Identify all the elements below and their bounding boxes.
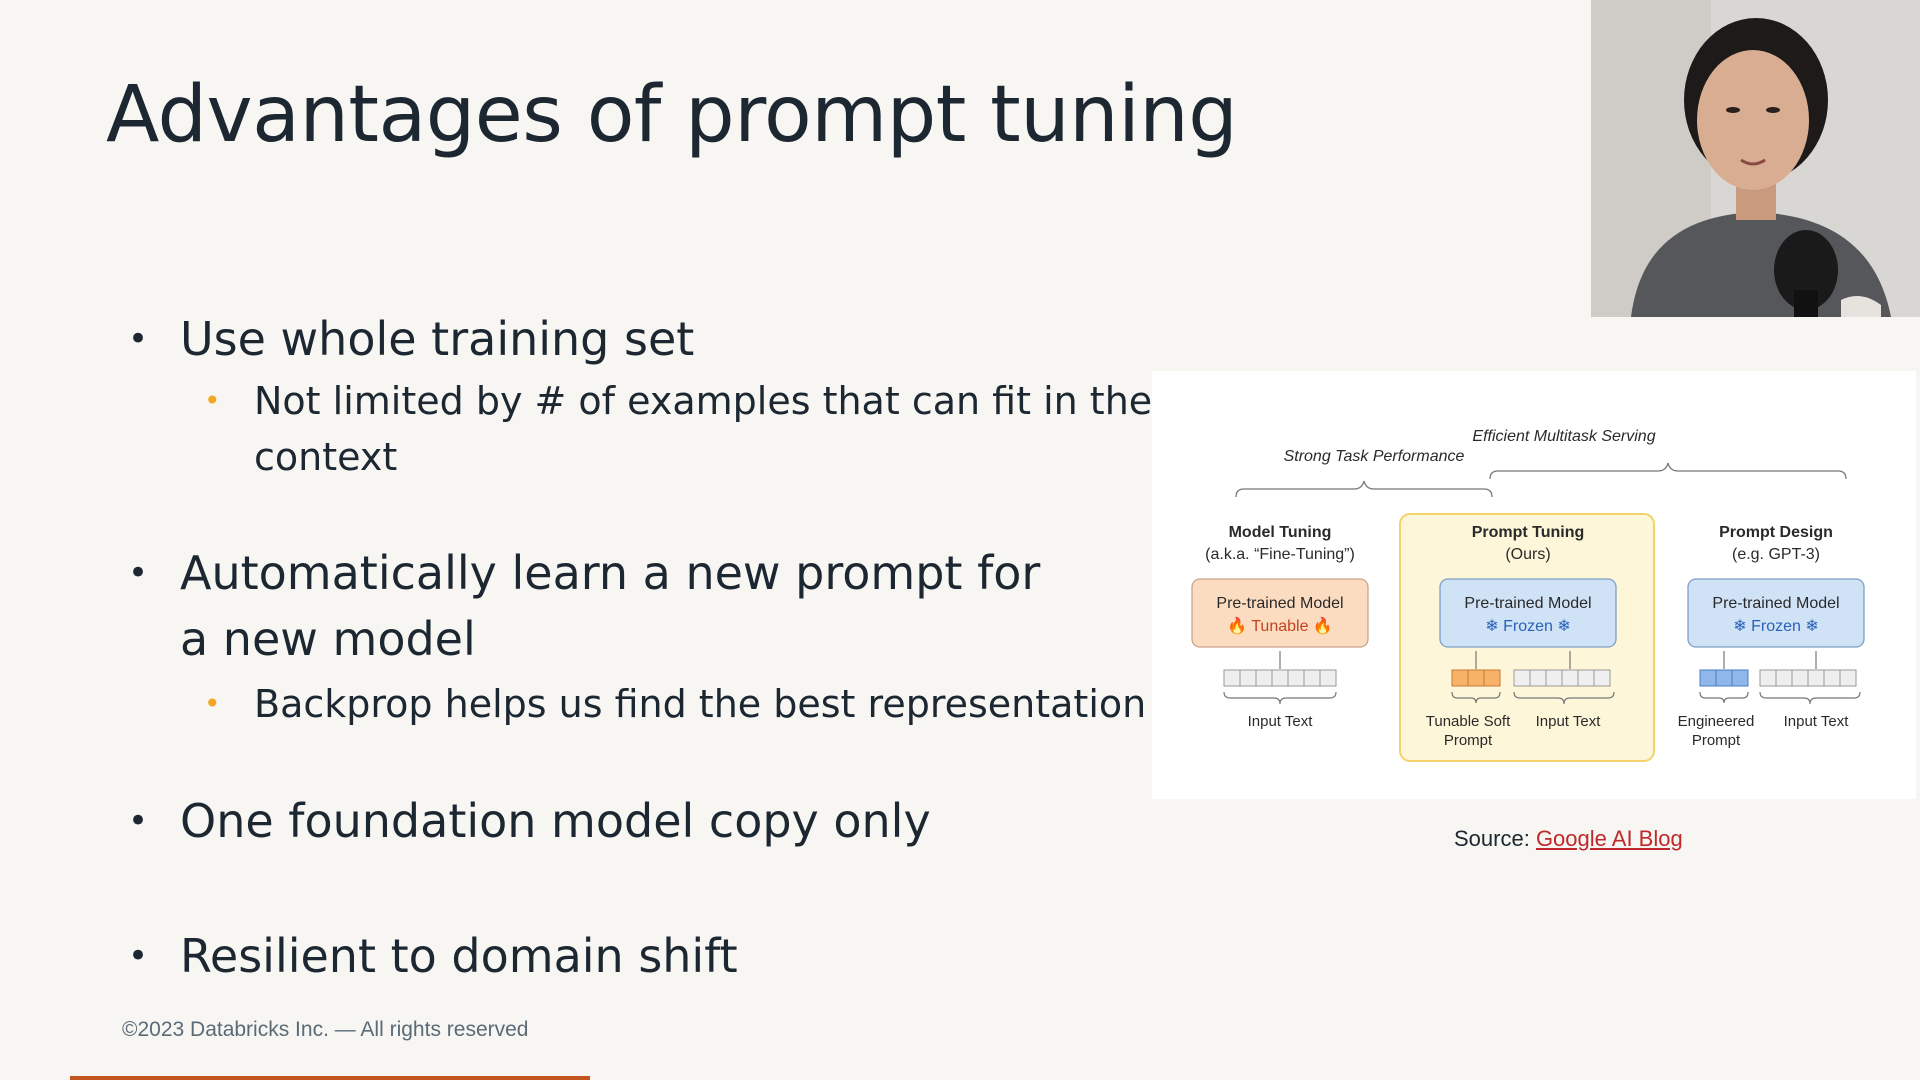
sub-bullet-dot: •: [204, 687, 221, 720]
copyright-footer: ©2023 Databricks Inc. — All rights reser…: [122, 1018, 529, 1041]
bullet-text: One foundation model copy only: [180, 794, 931, 848]
bullet-dot: •: [128, 936, 149, 976]
sub-bullet-dot: •: [204, 384, 221, 417]
footer-accent-line: [70, 1076, 590, 1080]
bullet-text: Resilient to domain shift: [180, 929, 738, 983]
prompt-design-subtitle: (e.g. GPT-3): [1732, 546, 1820, 563]
frozen-model-2-line2: ❄ Frozen ❄: [1733, 618, 1819, 635]
frozen-model-box-2: [1687, 578, 1865, 648]
presenter-video-icon: [1591, 0, 1920, 317]
frozen-model-1-line1: Pre-trained Model: [1464, 595, 1591, 612]
bullet-dot: •: [128, 801, 149, 841]
frozen-model-box-1: [1439, 578, 1617, 648]
sub-bullet-text: Backprop helps us find the best represen…: [254, 682, 1147, 726]
tunable-model-line1: Pre-trained Model: [1216, 595, 1343, 612]
prompt-design-title: Prompt Design: [1719, 524, 1833, 541]
brace-strong: [1235, 480, 1493, 498]
token-row-input-pd: [1759, 669, 1857, 687]
prompt-tuning-title: Prompt Tuning: [1472, 524, 1585, 541]
token-row-input-pt: [1513, 669, 1611, 687]
prompt-tuning-diagram: Efficient Multitask Serving Strong Task …: [1152, 371, 1916, 799]
frozen-model-2-line1: Pre-trained Model: [1712, 595, 1839, 612]
frozen-model-1-line2: ❄ Frozen ❄: [1485, 618, 1571, 635]
bullet-dot: •: [128, 319, 149, 359]
input-text-label-mt: Input Text: [1248, 713, 1314, 730]
presenter-webcam: [1591, 0, 1920, 317]
input-text-label-pt: Input Text: [1536, 713, 1602, 730]
token-row-soft-prompt: [1451, 669, 1501, 687]
source-citation: Source: Google AI Blog: [1454, 826, 1683, 852]
token-row-engineered: [1699, 669, 1749, 687]
bullet-list: • Use whole training set • Not limited b…: [0, 0, 1152, 1000]
model-tuning-subtitle: (a.k.a. “Fine-Tuning”): [1205, 546, 1355, 563]
bullet-text: Automatically learn a new prompt for a n…: [180, 546, 1041, 666]
input-text-label-pd: Input Text: [1784, 713, 1850, 730]
sub-bullet-text: Not limited by # of examples that can fi…: [254, 379, 1153, 479]
soft-prompt-label-1: Tunable Soft: [1426, 713, 1511, 730]
google-ai-blog-link[interactable]: Google AI Blog: [1536, 826, 1683, 851]
tunable-model-box: [1191, 578, 1369, 648]
slide: Advantages of prompt tuning • Use whole …: [0, 0, 1920, 1080]
engineered-prompt-label-1: Engineered: [1678, 713, 1755, 730]
bullet-dot: •: [128, 553, 149, 593]
soft-prompt-label-2: Prompt: [1444, 732, 1493, 749]
model-tuning-title: Model Tuning: [1229, 524, 1332, 541]
brace-efficient: [1489, 462, 1847, 480]
source-prefix: Source:: [1454, 826, 1536, 851]
bullet-text: Use whole training set: [180, 312, 695, 366]
label-efficient-multitask: Efficient Multitask Serving: [1472, 428, 1655, 445]
token-row-input-mt: [1223, 669, 1337, 687]
engineered-prompt-label-2: Prompt: [1692, 732, 1741, 749]
prompt-tuning-subtitle: (Ours): [1505, 546, 1550, 563]
tunable-model-line2: 🔥 Tunable 🔥: [1227, 616, 1333, 635]
label-strong-task: Strong Task Performance: [1284, 448, 1465, 465]
